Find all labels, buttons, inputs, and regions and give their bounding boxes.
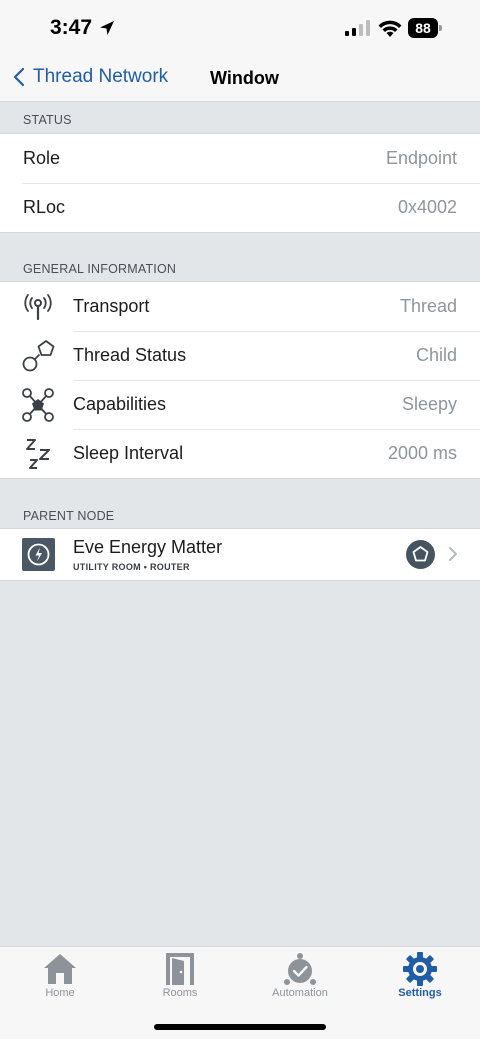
row-label: RLoc xyxy=(23,197,66,217)
row-value: Endpoint xyxy=(385,148,457,168)
tab-label: Automation xyxy=(272,987,328,999)
row-label: Transport xyxy=(73,296,150,316)
wifi-icon xyxy=(378,20,402,37)
capabilities-icon xyxy=(22,388,54,422)
section-header-parent: PARENT NODE xyxy=(23,509,115,523)
tab-label: Home xyxy=(45,987,75,999)
row-value: 0x4002 xyxy=(397,197,457,217)
row-label: Capabilities xyxy=(73,394,167,414)
tab-label: Rooms xyxy=(162,987,198,999)
door-icon xyxy=(166,953,194,985)
tab-automation[interactable]: Automation xyxy=(240,947,360,1007)
row-transport: Transport Thread xyxy=(0,282,480,331)
status-time: 3:47 xyxy=(50,16,93,39)
chevron-left-icon xyxy=(13,67,25,87)
chevron-right-icon xyxy=(449,547,457,561)
back-button[interactable]: Thread Network xyxy=(12,66,168,88)
row-role: Role Endpoint xyxy=(0,134,480,183)
row-value: Thread xyxy=(399,296,457,316)
antenna-icon xyxy=(24,294,52,321)
back-label: Thread Network xyxy=(33,66,169,87)
tab-home[interactable]: Home xyxy=(0,947,120,1007)
battery-level: 88 xyxy=(408,18,438,38)
battery-icon: 88 xyxy=(408,18,442,38)
gear-icon xyxy=(403,952,437,986)
row-label: Thread Status xyxy=(73,345,187,365)
row-label: Sleep Interval xyxy=(73,443,184,463)
tab-rooms[interactable]: Rooms xyxy=(120,947,240,1007)
tab-settings[interactable]: Settings xyxy=(360,947,480,1007)
home-icon xyxy=(44,954,76,984)
row-label: Role xyxy=(23,148,61,168)
row-sleep-interval: Sleep Interval 2000 ms xyxy=(0,429,480,478)
general-group: Transport Thread Thread Status Child Cap… xyxy=(0,281,480,479)
section-header-status: STATUS xyxy=(23,113,72,127)
tab-label: Settings xyxy=(398,987,442,999)
parent-node-name: Eve Energy Matter xyxy=(73,537,223,557)
router-badge-icon xyxy=(406,540,435,569)
row-value: Sleepy xyxy=(401,394,457,414)
sleep-icon xyxy=(26,439,50,469)
row-capabilities: Capabilities Sleepy xyxy=(0,380,480,429)
row-rloc: RLoc 0x4002 xyxy=(0,183,480,232)
location-arrow-icon xyxy=(100,21,114,35)
thread-status-icon xyxy=(22,340,55,372)
home-indicator[interactable] xyxy=(154,1024,326,1030)
automation-icon xyxy=(284,953,316,985)
page-title: Window xyxy=(210,68,279,88)
row-thread-status: Thread Status Child xyxy=(0,331,480,380)
row-value: Child xyxy=(415,345,457,365)
energy-device-icon xyxy=(22,538,55,571)
parent-group: Eve Energy Matter UTILITY ROOM • ROUTER xyxy=(0,528,480,581)
row-value: 2000 ms xyxy=(387,443,457,463)
section-header-general: GENERAL INFORMATION xyxy=(23,262,177,276)
status-bar: 3:47 88 xyxy=(0,0,480,56)
cellular-signal-icon xyxy=(345,20,370,36)
navigation-bar: Thread Network Window xyxy=(0,56,480,102)
parent-node-subtitle: UTILITY ROOM • ROUTER xyxy=(73,562,190,572)
status-group: Role Endpoint RLoc 0x4002 xyxy=(0,133,480,233)
parent-node-row[interactable]: Eve Energy Matter UTILITY ROOM • ROUTER xyxy=(0,529,480,580)
